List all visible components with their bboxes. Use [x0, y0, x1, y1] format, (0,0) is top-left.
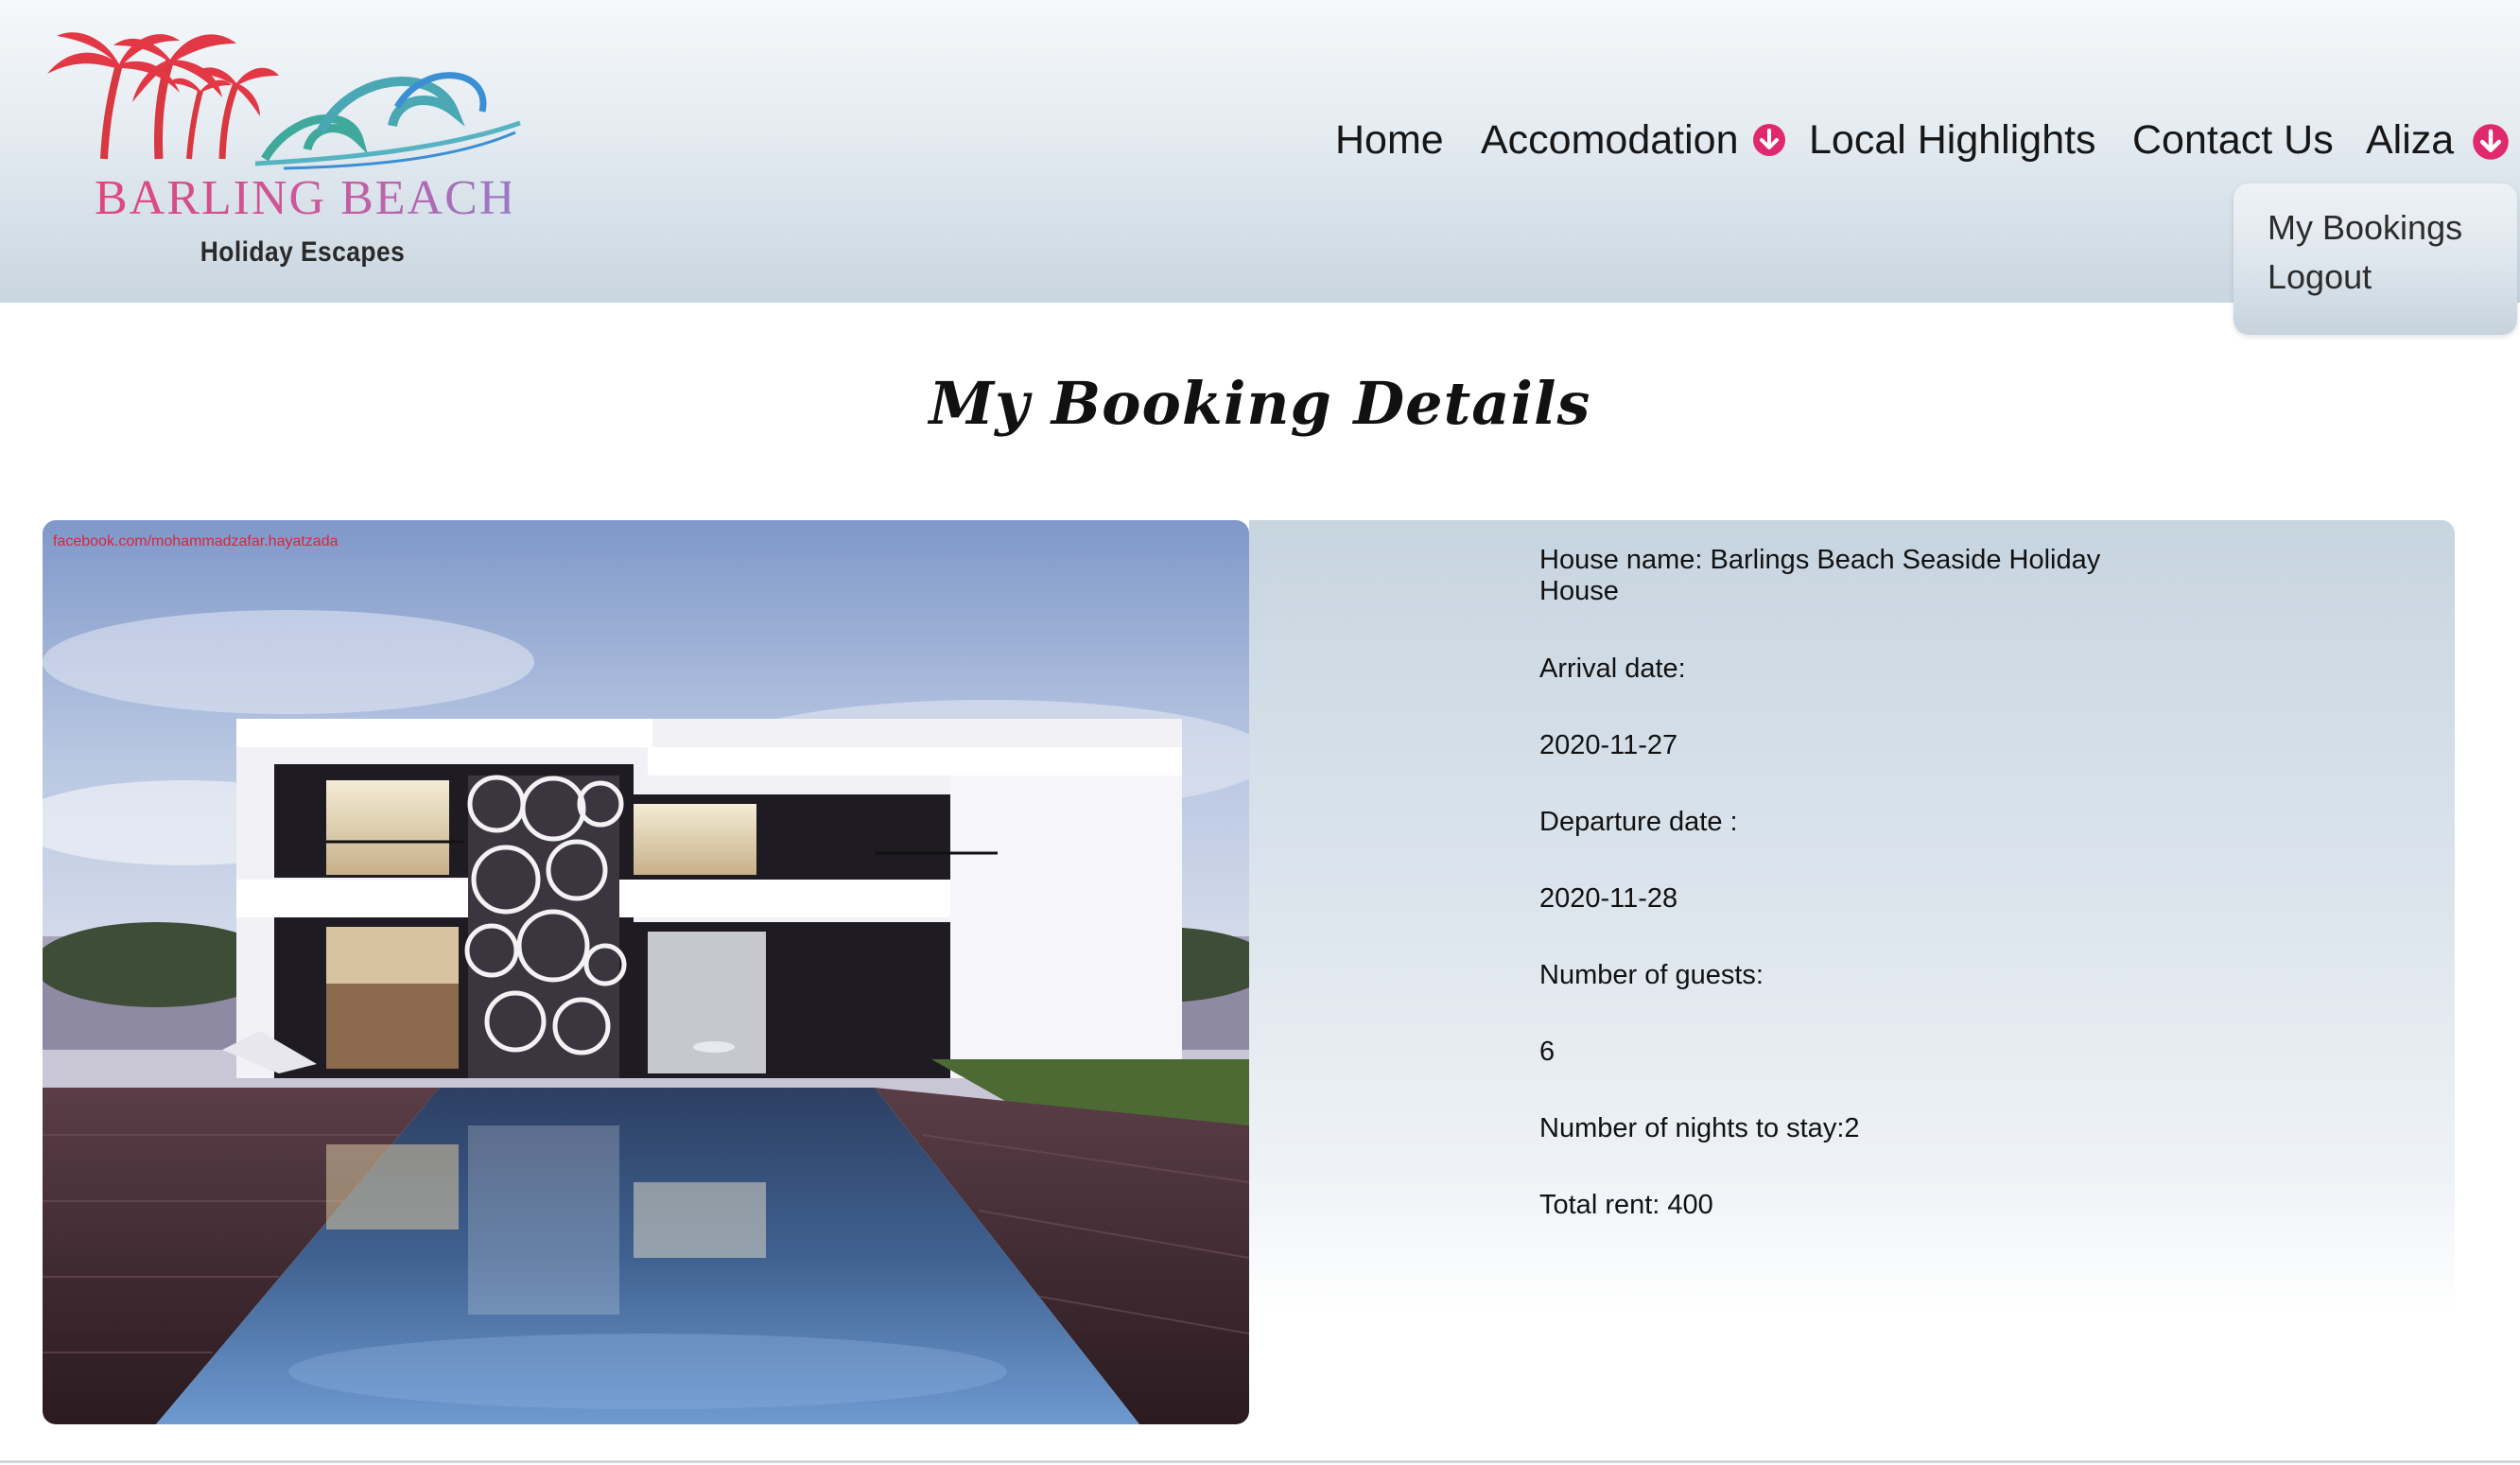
nav-local-highlights[interactable]: Local Highlights: [1809, 110, 2096, 170]
guests-value: 6: [1539, 1037, 1555, 1067]
menu-item-my-bookings[interactable]: My Bookings: [2268, 206, 2462, 250]
logo-subtitle: Holiday Escapes: [200, 236, 406, 268]
nav-user-name[interactable]: Aliza: [2366, 110, 2454, 170]
logo-title: BARLING BEACH: [95, 171, 517, 225]
site-header: BARLING BEACH Holiday Escapes Home Accom…: [0, 0, 2520, 303]
menu-item-logout[interactable]: Logout: [2268, 255, 2372, 299]
arrival-date-value: 2020-11-27: [1539, 730, 1678, 760]
departure-date-label: Departure date :: [1539, 807, 1738, 837]
photo-credit: facebook.com/mohammadzafar.hayatzada: [53, 533, 339, 549]
main-nav: Home Accomodation Local Highlights Conta…: [1324, 110, 2520, 176]
footer-divider: [0, 1460, 2520, 1463]
guests-label: Number of guests:: [1539, 960, 1764, 990]
total-rent: Total rent: 400: [1539, 1190, 1713, 1220]
nav-home[interactable]: Home: [1335, 110, 1444, 170]
arrival-date-label: Arrival date:: [1539, 654, 1686, 684]
nav-contact-us[interactable]: Contact Us: [2132, 110, 2334, 170]
user-dropdown-arrow-icon[interactable]: [2471, 122, 2509, 160]
site-logo[interactable]: BARLING BEACH Holiday Escapes: [38, 17, 530, 272]
user-dropdown-menu: My Bookings Logout: [2233, 183, 2517, 335]
logo-graphic: [47, 32, 521, 170]
accommodation-dropdown-arrow-icon[interactable]: [1751, 122, 1787, 158]
nights-to-stay: Number of nights to stay:2: [1539, 1113, 1860, 1143]
page-title: My Booking Details: [929, 369, 1591, 438]
departure-date-value: 2020-11-28: [1539, 883, 1678, 914]
house-photo: [43, 520, 1249, 1424]
house-name: House name: Barlings Beach Seaside Holid…: [1539, 545, 2101, 606]
nav-accommodation[interactable]: Accomodation: [1481, 110, 1739, 170]
